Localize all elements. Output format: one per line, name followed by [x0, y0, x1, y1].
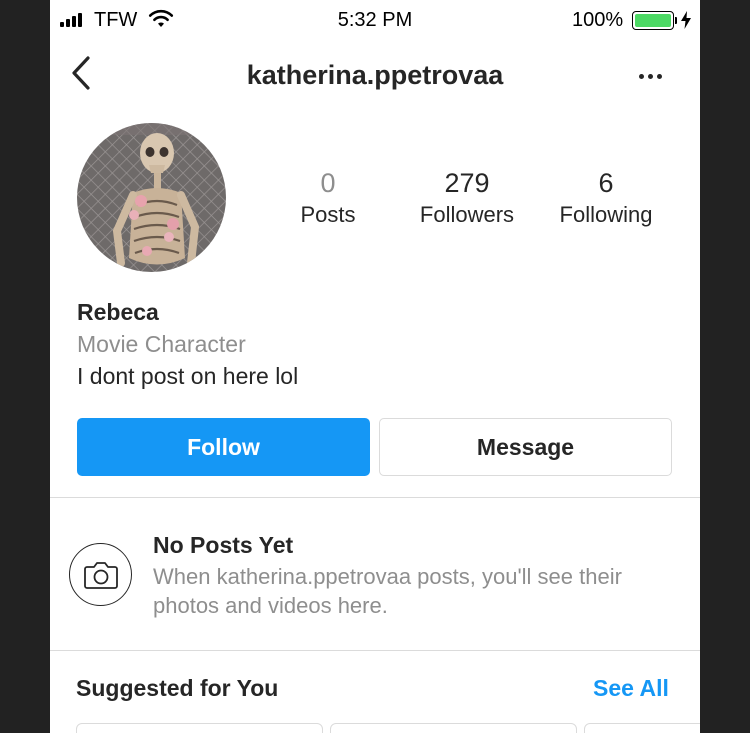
suggestion-card[interactable] [76, 723, 323, 733]
suggested-for-you-title: Suggested for You [76, 675, 279, 701]
following-label: Following [559, 202, 653, 227]
avatar[interactable] [77, 123, 226, 272]
follow-button[interactable]: Follow [77, 418, 370, 476]
battery-percent: 100% [572, 9, 624, 31]
followers-count: 279 [444, 168, 490, 198]
no-posts-description: When katherina.ppetrovaa posts, you'll s… [153, 564, 622, 618]
see-all-link[interactable]: See All [593, 675, 669, 702]
battery-icon [632, 11, 674, 30]
profile-username: katherina.ppetrovaa [246, 60, 504, 90]
following-count: 6 [598, 168, 614, 198]
posts-label: Posts [300, 202, 356, 227]
message-button[interactable]: Message [379, 418, 672, 476]
skeleton-photo [77, 123, 226, 272]
suggestion-card[interactable] [584, 723, 700, 733]
profile-category: Movie Character [77, 331, 246, 357]
battery-level [635, 14, 671, 27]
no-posts-title: No Posts Yet [153, 532, 294, 558]
battery-tip [675, 17, 677, 24]
camera-icon-circle [69, 543, 132, 606]
suggestion-card[interactable] [330, 723, 577, 733]
posts-count: 0 [320, 168, 336, 198]
profile-display-name: Rebeca [77, 299, 159, 325]
profile-header: katherina.ppetrovaa [50, 44, 700, 110]
more-options-button[interactable] [630, 64, 670, 88]
status-bar: TFW 5:32 PM 100% [50, 0, 700, 40]
profile-bio: I dont post on here lol [77, 363, 299, 389]
more-horizontal-icon [638, 73, 644, 79]
following-count-stat[interactable]: 6 Following [536, 166, 676, 230]
charging-bolt-icon [681, 11, 691, 34]
followers-count-stat[interactable]: 279 Followers [397, 166, 537, 230]
followers-label: Followers [419, 202, 515, 227]
divider [50, 650, 700, 651]
phone-screen: TFW 5:32 PM 100% katherina.ppetrovaa 0 P… [50, 0, 700, 733]
camera-icon [83, 561, 118, 589]
posts-count-stat[interactable]: 0 Posts [258, 166, 398, 230]
divider [50, 497, 700, 498]
